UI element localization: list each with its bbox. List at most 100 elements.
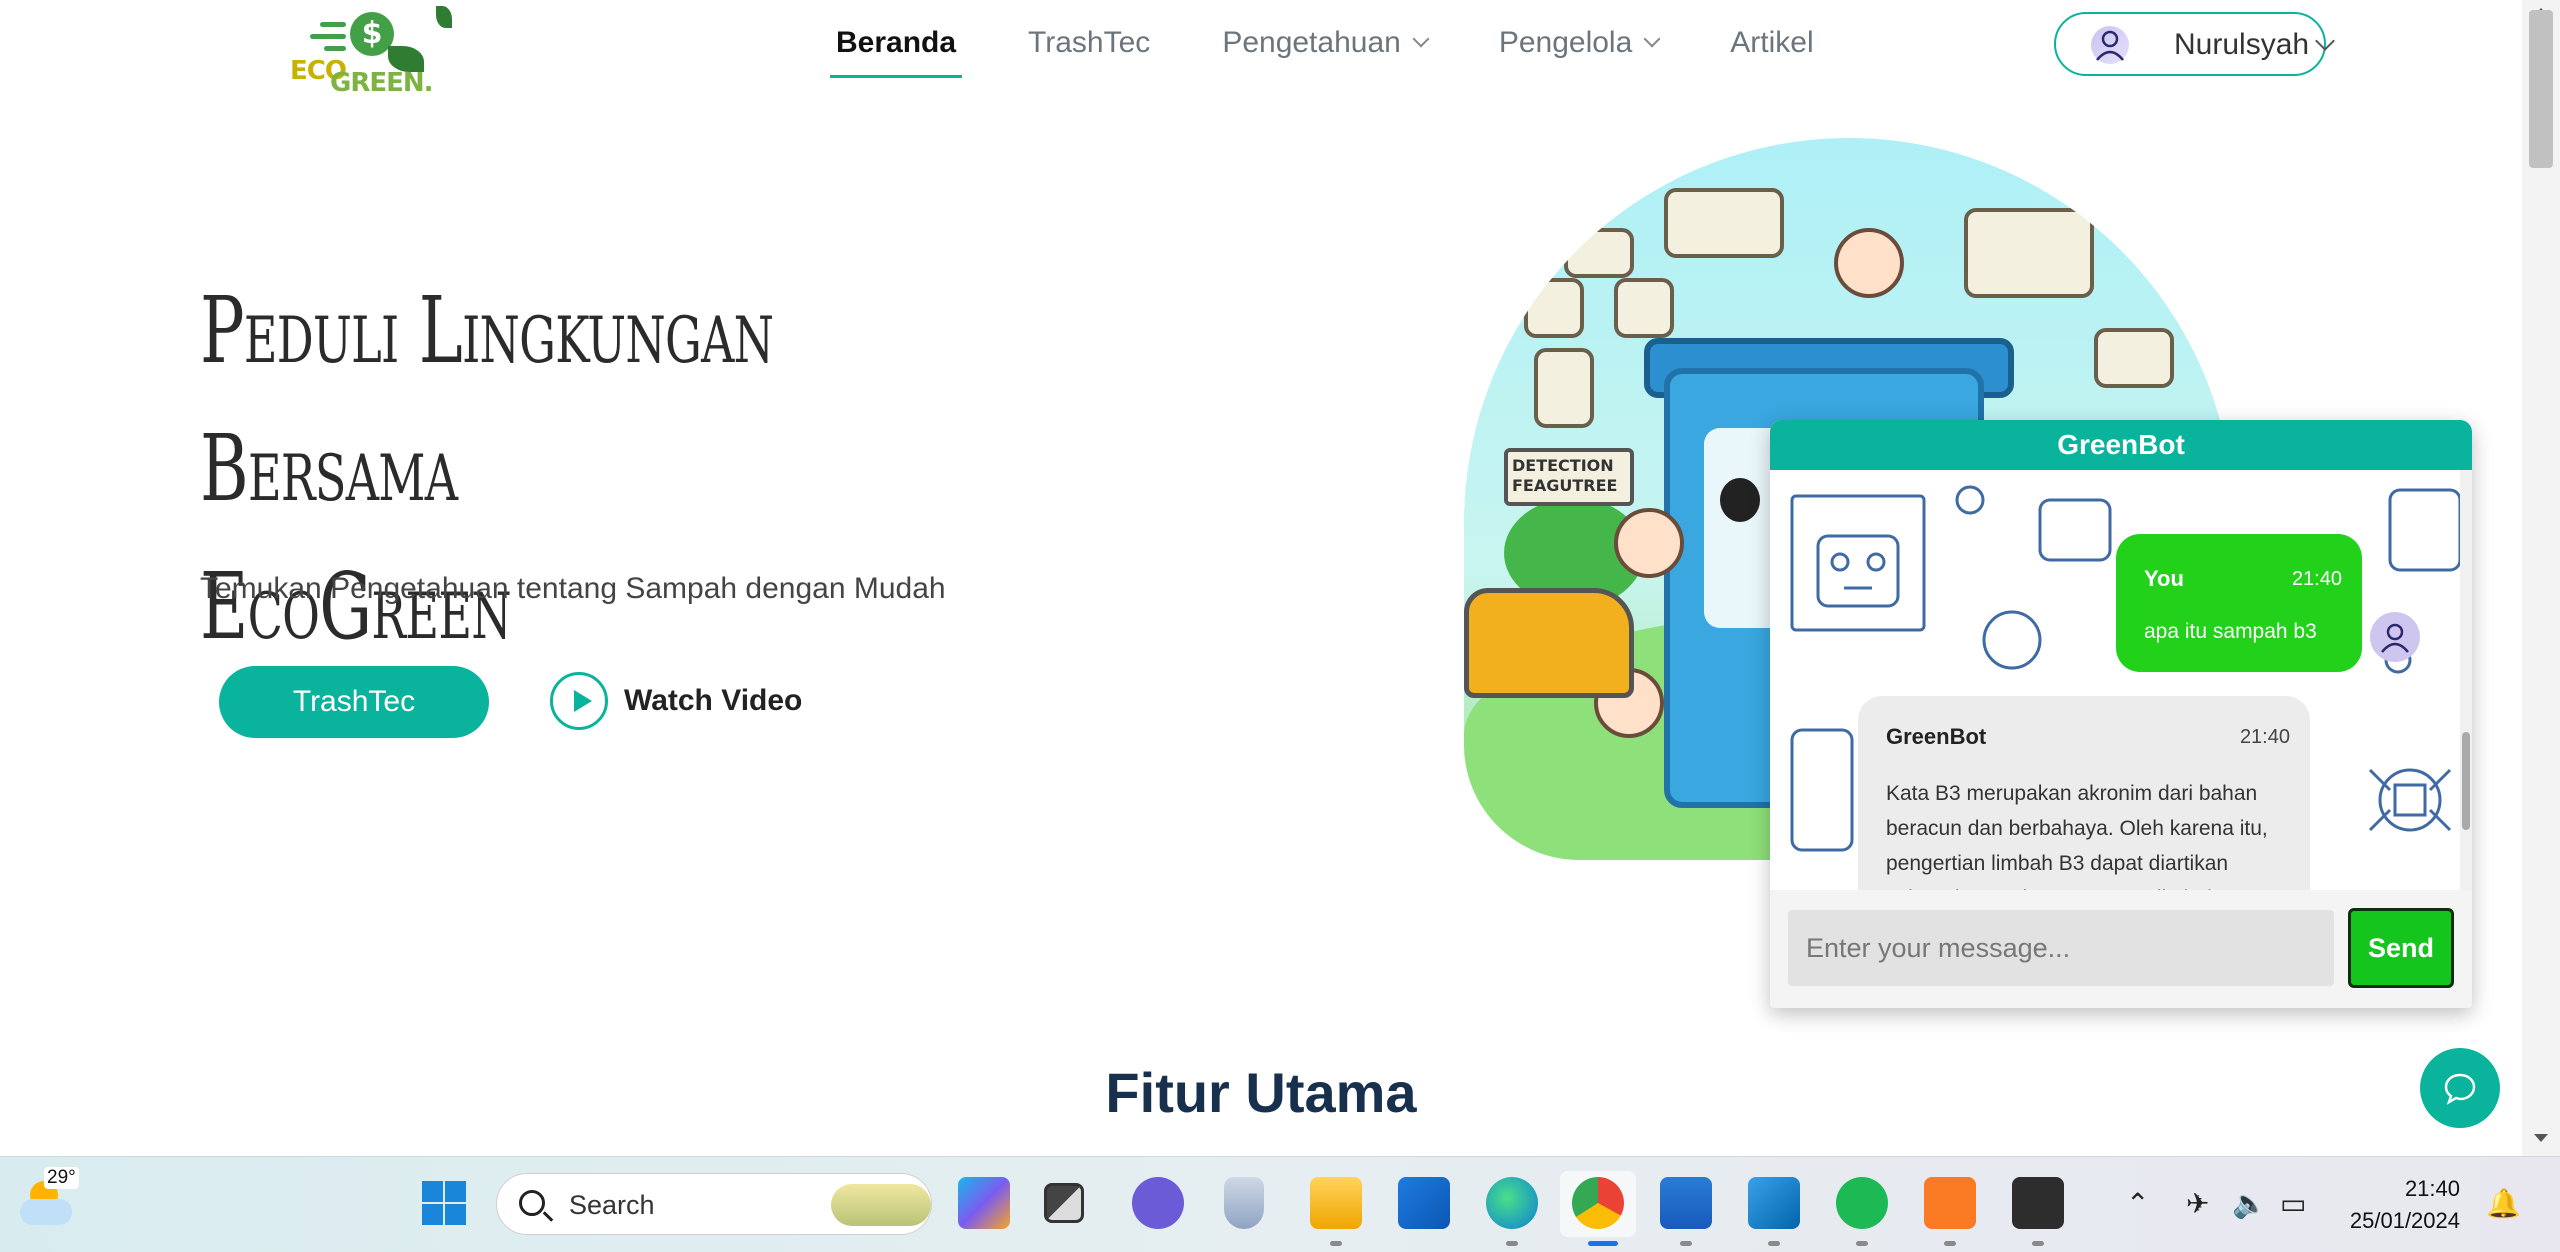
nav-pengelola[interactable]: Pengelola [1493,24,1664,62]
illustration-sign: DETECTION FEAGUTREE [1504,448,1634,506]
hero-subtitle: Temukan Pengetahuan tentang Sampah denga… [200,572,946,605]
nav-label: Beranda [836,26,957,59]
chevron-down-icon [2315,31,2335,51]
illustration-kid [1614,508,1684,578]
chat-scrollbar-thumb[interactable] [2462,732,2470,830]
video-chat-icon[interactable] [1132,1177,1184,1229]
notification-bell-icon[interactable]: 🔔 [2486,1187,2521,1220]
message-you: You 21:40 apa itu sampah b3 [2116,534,2362,672]
message-text: apa itu sampah b3 [2144,620,2317,643]
nav-label: Artikel [1730,26,1814,59]
chat-scrollbar[interactable] [2460,470,2472,890]
watch-video-button[interactable]: Watch Video [550,672,802,730]
chatbot-title: GreenBot [1770,420,2472,470]
illustration-card [1664,188,1784,258]
page-scrollbar-thumb[interactable] [2529,10,2553,168]
page-scrollbar[interactable] [2522,0,2560,1156]
xampp-icon[interactable] [1924,1177,1976,1229]
ecogreen-logo[interactable]: $ ECO GREEN. [290,0,460,100]
illustration-card [1964,208,2094,298]
chevron-down-icon [1412,30,1430,48]
watch-video-label: Watch Video [624,684,803,717]
chat-message-input[interactable] [1788,910,2334,986]
search-highlight-image [831,1184,931,1226]
hero-title-line1: Peduli Lingkungan [200,277,774,384]
logo-dash [320,22,346,27]
user-name: Nurulsyah [2174,28,2310,61]
send-button[interactable]: Send [2348,908,2454,988]
play-icon [550,672,608,730]
section-title-fitur-utama: Fitur Utama [1105,1061,1417,1124]
chat-input-row: Send [1770,890,2472,1008]
windows-taskbar: 29° Search ⌃ ✈ 🔈 ▭ 21:40 25/01/2024 🔔 [0,1156,2560,1252]
user-avatar-icon [2370,612,2420,662]
search-label: Search [569,1190,655,1220]
logo-dash [324,46,346,51]
scroll-down-arrow-icon[interactable] [2534,1134,2548,1142]
cloud-icon [20,1199,72,1225]
battery-icon[interactable]: ▭ [2280,1187,2306,1220]
hero-title: Peduli Lingkungan Bersama EcoGreen [200,262,776,676]
message-greenbot: GreenBot 21:40 Kata B3 merupakan akronim… [1858,696,2310,890]
copilot-icon[interactable] [958,1177,1010,1229]
taskbar-search[interactable]: Search [496,1173,932,1235]
task-view-icon[interactable] [1044,1183,1084,1223]
message-time: 21:40 [2239,726,2290,748]
vscode-icon[interactable] [1748,1177,1800,1229]
search-icon [519,1190,545,1216]
leaf-icon [436,6,452,28]
weather-temperature: 29° [44,1167,79,1189]
running-indicator [1944,1241,1956,1246]
chrome-icon[interactable] [1572,1177,1624,1229]
running-indicator [1330,1241,1342,1246]
user-menu[interactable]: Nurulsyah [2054,12,2335,76]
message-sender: You [2144,566,2184,591]
database-icon[interactable] [1224,1177,1264,1229]
running-indicator [1768,1241,1780,1246]
message-sender: GreenBot [1886,724,1987,749]
illustration-kid [1834,228,1904,298]
trashtec-button[interactable]: TrashTec [219,666,489,738]
nav-pengetahuan[interactable]: Pengetahuan [1216,24,1433,62]
message-text: Kata B3 merupakan akronim dari bahan ber… [1886,782,2270,890]
running-indicator [1680,1241,1692,1246]
volume-icon[interactable]: 🔈 [2232,1187,2267,1220]
nav-beranda[interactable]: Beranda [830,24,963,78]
illustration-card [1534,348,1594,428]
illustration-card [1614,278,1674,338]
running-indicator [2032,1241,2044,1246]
hero-title-line2: Bersama EcoGreen [200,415,512,660]
file-explorer-icon[interactable] [1310,1177,1362,1229]
microsoft-store-icon[interactable] [1398,1177,1450,1229]
chevron-down-icon [1643,30,1661,48]
edge-icon[interactable] [1486,1177,1538,1229]
illustration-eye [1720,478,1760,522]
nav-label: Pengelola [1498,26,1633,59]
weather-widget[interactable]: 29° [16,1167,86,1231]
windows-start-icon[interactable] [418,1177,470,1229]
running-indicator [1856,1241,1868,1246]
running-indicator [1506,1241,1518,1246]
chat-messages[interactable]: You 21:40 apa itu sampah b3 GreenBot 21:… [1770,470,2466,890]
active-indicator [1588,1241,1618,1246]
illustration-card [1564,228,1634,278]
chevron-up-icon[interactable]: ⌃ [2126,1187,2149,1220]
main-nav: Beranda TrashTec Pengetahuan Pengelola A… [830,24,1880,78]
illustration-car [1464,588,1634,698]
system-clock[interactable]: 21:40 25/01/2024 [2340,1173,2460,1237]
user-avatar-icon [2091,26,2129,64]
nav-label: Pengetahuan [1222,26,1401,59]
word-icon[interactable] [1660,1177,1712,1229]
site-header: $ ECO GREEN. Beranda TrashTec Pengetahua… [0,0,2522,98]
chatbot-window: GreenBot You 21:40 apa itu sampah b3 Gre… [1770,420,2472,1008]
spotify-icon[interactable] [1836,1177,1888,1229]
nav-trashtec[interactable]: TrashTec [1022,24,1156,62]
terminal-icon[interactable] [2012,1177,2064,1229]
nav-label: TrashTec [1028,26,1151,59]
logo-text-green: GREEN. [330,68,434,98]
message-time: 21:40 [2291,568,2342,590]
clock-date: 25/01/2024 [2349,1208,2460,1233]
nav-artikel[interactable]: Artikel [1724,24,1819,62]
airplane-mode-icon[interactable]: ✈ [2186,1187,2209,1220]
illustration-card [2094,328,2174,388]
